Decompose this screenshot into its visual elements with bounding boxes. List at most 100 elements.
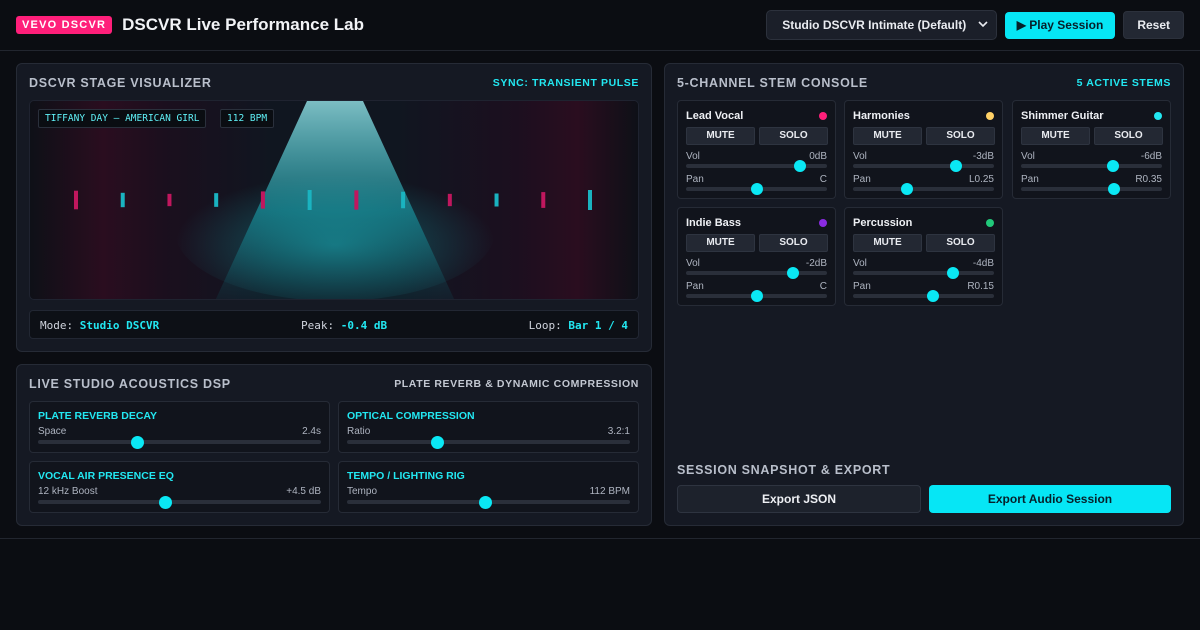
eq-bar: [588, 190, 592, 210]
dsp-control-card: OPTICAL COMPRESSION Ratio 3.2:1: [338, 401, 639, 453]
app-title: DSCVR Live Performance Lab: [122, 15, 364, 34]
solo-button[interactable]: SOLO: [926, 234, 995, 252]
bpm-chip: 112 BPM: [220, 109, 275, 128]
pan-label: Pan: [853, 174, 871, 185]
loop-readout: Loop: Bar 1 / 4: [529, 319, 628, 332]
stem-color-dot: [819, 112, 827, 120]
vol-value: 0dB: [809, 151, 827, 162]
mode-label: Mode:: [40, 319, 74, 332]
peak-label: Peak:: [301, 319, 335, 332]
vol-label: Vol: [1021, 151, 1035, 162]
export-audio-button[interactable]: Export Audio Session: [929, 485, 1171, 513]
stage-canvas: TIFFANY DAY — AMERICAN GIRL 112 BPM: [29, 100, 639, 300]
stage-graphic: [74, 101, 592, 299]
mute-button[interactable]: MUTE: [686, 234, 755, 252]
dsp-subtitle: PLATE REVERB & DYNAMIC COMPRESSION: [394, 378, 639, 390]
export-json-button[interactable]: Export JSON: [677, 485, 921, 513]
stem-channel: Indie Bass MUTE SOLO Vol -2dB Pan C: [677, 207, 836, 306]
mode-readout: Mode: Studio DSCVR: [40, 319, 159, 332]
pan-slider-thumb[interactable]: [900, 183, 913, 195]
vol-label: Vol: [853, 151, 867, 162]
stem-name: Lead Vocal: [686, 110, 744, 122]
stem-name: Shimmer Guitar: [1021, 110, 1104, 122]
dsp-slider-track[interactable]: [38, 500, 321, 504]
stem-channel: Lead Vocal MUTE SOLO Vol 0dB Pan C: [677, 100, 836, 199]
eq-bar: [74, 190, 78, 210]
console-title: 5-CHANNEL STEM CONSOLE: [677, 76, 868, 90]
pan-label: Pan: [686, 174, 704, 185]
stem-color-dot: [1154, 112, 1162, 120]
dsp-control-label: 12 kHz Boost: [38, 486, 98, 497]
stem-color-dot: [986, 112, 994, 120]
solo-button[interactable]: SOLO: [926, 127, 995, 145]
eq-bar: [307, 190, 312, 210]
dsp-slider-thumb[interactable]: [479, 496, 493, 509]
dsp-control-card: VOCAL AIR PRESENCE EQ 12 kHz Boost +4.5 dB: [29, 461, 330, 513]
stage-glow: [175, 161, 495, 299]
dsp-control-label: Ratio: [347, 426, 371, 437]
pan-slider-thumb[interactable]: [750, 183, 763, 195]
vol-slider-track[interactable]: [1021, 164, 1162, 168]
vol-slider-thumb[interactable]: [794, 160, 807, 172]
mute-button[interactable]: MUTE: [853, 127, 922, 145]
active-stems-label: 5 ACTIVE STEMS: [1076, 77, 1171, 89]
preset-select[interactable]: Studio DSCVR Intimate (Default): [765, 10, 997, 40]
pan-slider-track[interactable]: [1021, 187, 1162, 191]
dsp-control-value: 3.2:1: [607, 426, 630, 437]
pan-label: Pan: [686, 281, 704, 292]
vol-slider-thumb[interactable]: [947, 267, 960, 279]
eq-bar: [494, 193, 499, 207]
vol-slider-thumb[interactable]: [787, 267, 800, 279]
pan-value: L0.25: [968, 174, 994, 185]
pan-slider-thumb[interactable]: [750, 290, 763, 302]
pan-slider-thumb[interactable]: [1108, 183, 1121, 195]
eq-bar: [354, 190, 359, 210]
dsp-control-card: PLATE REVERB DECAY Space 2.4s: [29, 401, 330, 453]
vol-value: -6dB: [1140, 151, 1162, 162]
acoustics-dsp-panel: LIVE STUDIO ACOUSTICS DSP PLATE REVERB &…: [16, 364, 652, 526]
vol-label: Vol: [853, 258, 867, 269]
pan-slider-thumb[interactable]: [927, 290, 940, 302]
vol-slider-track[interactable]: [686, 271, 827, 275]
solo-button[interactable]: SOLO: [759, 234, 828, 252]
vol-slider-track[interactable]: [853, 164, 994, 168]
dsp-slider-thumb[interactable]: [431, 436, 445, 449]
stem-channel: Percussion MUTE SOLO Vol -4dB Pan R0.15: [844, 207, 1003, 306]
pan-slider-track[interactable]: [853, 294, 994, 298]
reset-button[interactable]: Reset: [1123, 11, 1184, 39]
vol-label: Vol: [686, 151, 700, 162]
pan-slider-track[interactable]: [853, 187, 994, 191]
solo-button[interactable]: SOLO: [759, 127, 828, 145]
vol-label: Vol: [686, 258, 700, 269]
dsp-control-value: 112 BPM: [589, 486, 630, 497]
dsp-slider-track[interactable]: [38, 440, 321, 444]
stem-name: Indie Bass: [686, 217, 742, 229]
stem-name: Percussion: [853, 217, 913, 229]
mute-button[interactable]: MUTE: [686, 127, 755, 145]
stem-console-panel: 5-CHANNEL STEM CONSOLE 5 ACTIVE STEMS Le…: [664, 63, 1184, 526]
pan-value: R0.15: [967, 281, 994, 292]
eq-bar: [260, 191, 265, 209]
dsp-slider-thumb[interactable]: [130, 436, 144, 449]
mode-value: Studio DSCVR: [79, 319, 160, 332]
dsp-slider-track[interactable]: [347, 440, 630, 444]
vol-slider-thumb[interactable]: [949, 160, 962, 172]
vol-slider-thumb[interactable]: [1106, 160, 1119, 172]
loop-value: Bar 1 / 4: [568, 319, 628, 332]
vol-value: -3dB: [972, 151, 994, 162]
eq-bar: [541, 192, 546, 208]
vol-value: -4dB: [972, 258, 994, 269]
stem-channel: Shimmer Guitar MUTE SOLO Vol -6dB Pan R0.35: [1012, 100, 1171, 199]
mute-button[interactable]: MUTE: [1021, 127, 1090, 145]
mute-button[interactable]: MUTE: [853, 234, 922, 252]
play-session-button[interactable]: ▶ Play Session: [1004, 11, 1116, 39]
stem-name: Harmonies: [853, 110, 910, 122]
dsp-control-title: TEMPO / LIGHTING RIG: [347, 470, 465, 482]
vol-value: -2dB: [805, 258, 827, 269]
pan-value: C: [819, 174, 827, 185]
dsp-slider-thumb[interactable]: [158, 496, 172, 509]
vol-slider-track[interactable]: [853, 271, 994, 275]
eq-bar: [120, 192, 125, 208]
solo-button[interactable]: SOLO: [1094, 127, 1163, 145]
footer-divider: [0, 538, 1200, 539]
